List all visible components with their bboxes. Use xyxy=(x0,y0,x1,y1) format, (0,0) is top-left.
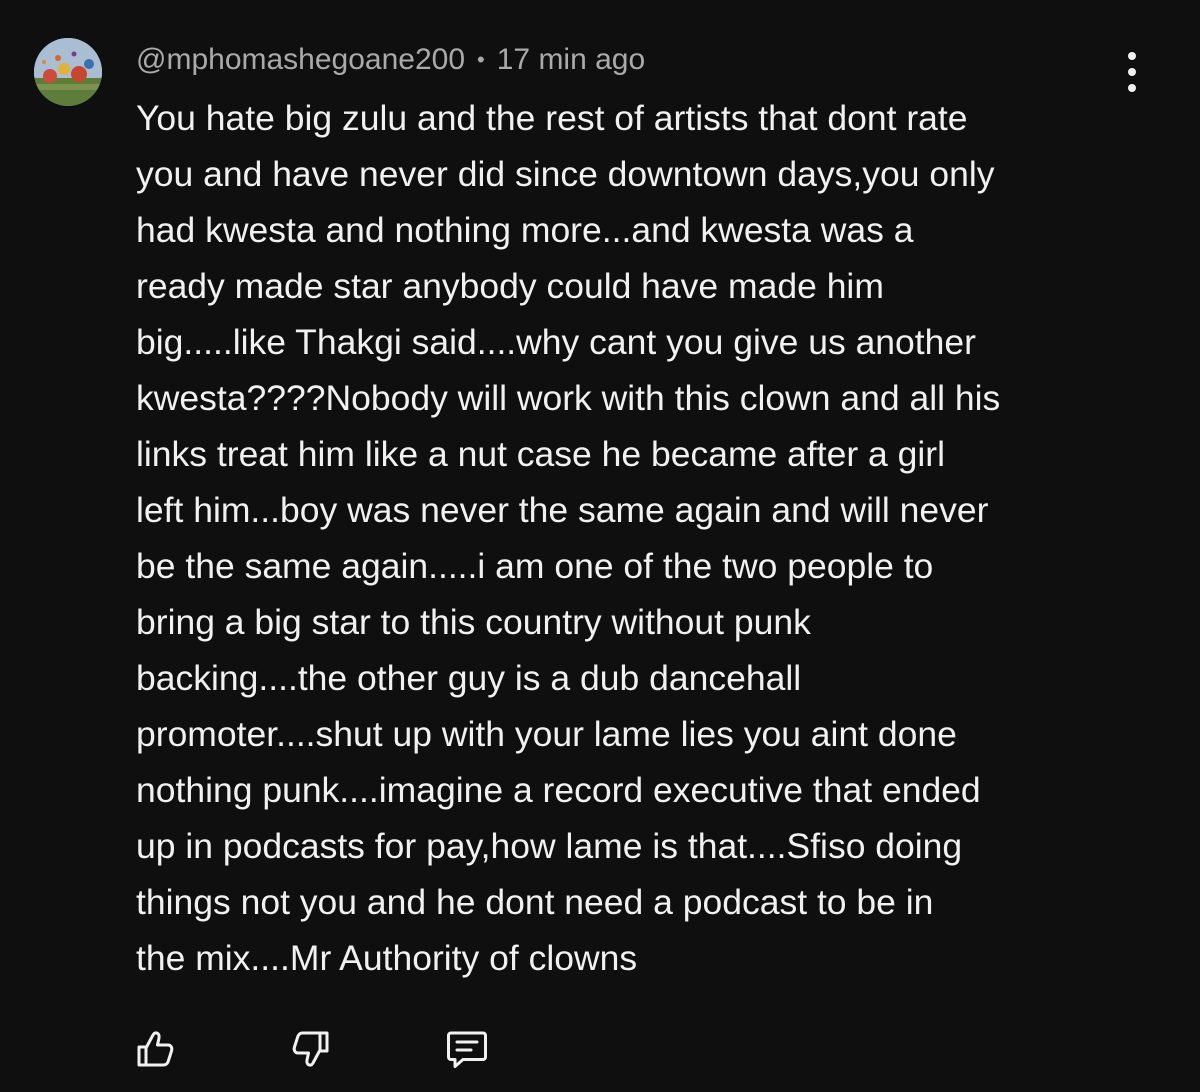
comment-line: you and have never did since downtown da… xyxy=(136,154,995,194)
reply-button[interactable] xyxy=(442,1024,492,1074)
comment-line: big.....like Thakgi said....why cant you… xyxy=(136,322,976,362)
comment-line: be the same again.....i am one of the tw… xyxy=(136,546,934,586)
comment-line: left him...boy was never the same again … xyxy=(136,490,989,530)
reply-comment-icon xyxy=(447,1031,487,1068)
hot-air-balloons-image xyxy=(34,38,102,106)
comment-actions xyxy=(130,1024,492,1074)
comment-line: links treat him like a nut case he becam… xyxy=(136,434,945,474)
thumbs-down-icon xyxy=(292,1031,329,1067)
comment-line: up in podcasts for pay,how lame is that.… xyxy=(136,826,963,866)
like-button[interactable] xyxy=(130,1024,180,1074)
comment-card: @mphomashegoane200 • 17 min ago You hate… xyxy=(0,0,1200,1092)
comment-body: You hate big zulu and the rest of artist… xyxy=(136,90,1136,986)
comment-line: bring a big star to this country without… xyxy=(136,602,811,642)
comment-line: kwesta????Nobody will work with this clo… xyxy=(136,378,1001,418)
more-vertical-icon-dot xyxy=(1128,52,1136,60)
author-handle[interactable]: @mphomashegoane200 xyxy=(136,43,465,77)
meta-separator: • xyxy=(477,47,485,72)
comment-line: had kwesta and nothing more...and kwesta… xyxy=(136,210,914,250)
comment-line: the mix....Mr Authority of clowns xyxy=(136,938,638,978)
comment-line: nothing punk....imagine a record executi… xyxy=(136,770,981,810)
comment-timestamp: 17 min ago xyxy=(496,43,646,76)
more-vertical-icon-dot xyxy=(1128,68,1136,76)
comment-line: things not you and he dont need a podcas… xyxy=(136,882,934,922)
comment-header: @mphomashegoane200 • 17 min ago xyxy=(136,40,645,80)
comment-line: backing....the other guy is a dub danceh… xyxy=(136,658,802,698)
avatar[interactable] xyxy=(34,38,102,106)
comment-line: You hate big zulu and the rest of artist… xyxy=(136,98,968,138)
thumbs-up-icon xyxy=(137,1031,174,1067)
more-options-button[interactable] xyxy=(1112,48,1152,96)
comment-line: ready made star anybody could have made … xyxy=(136,266,884,306)
dislike-button[interactable] xyxy=(286,1024,336,1074)
comment-line: promoter....shut up with your lame lies … xyxy=(136,714,957,754)
